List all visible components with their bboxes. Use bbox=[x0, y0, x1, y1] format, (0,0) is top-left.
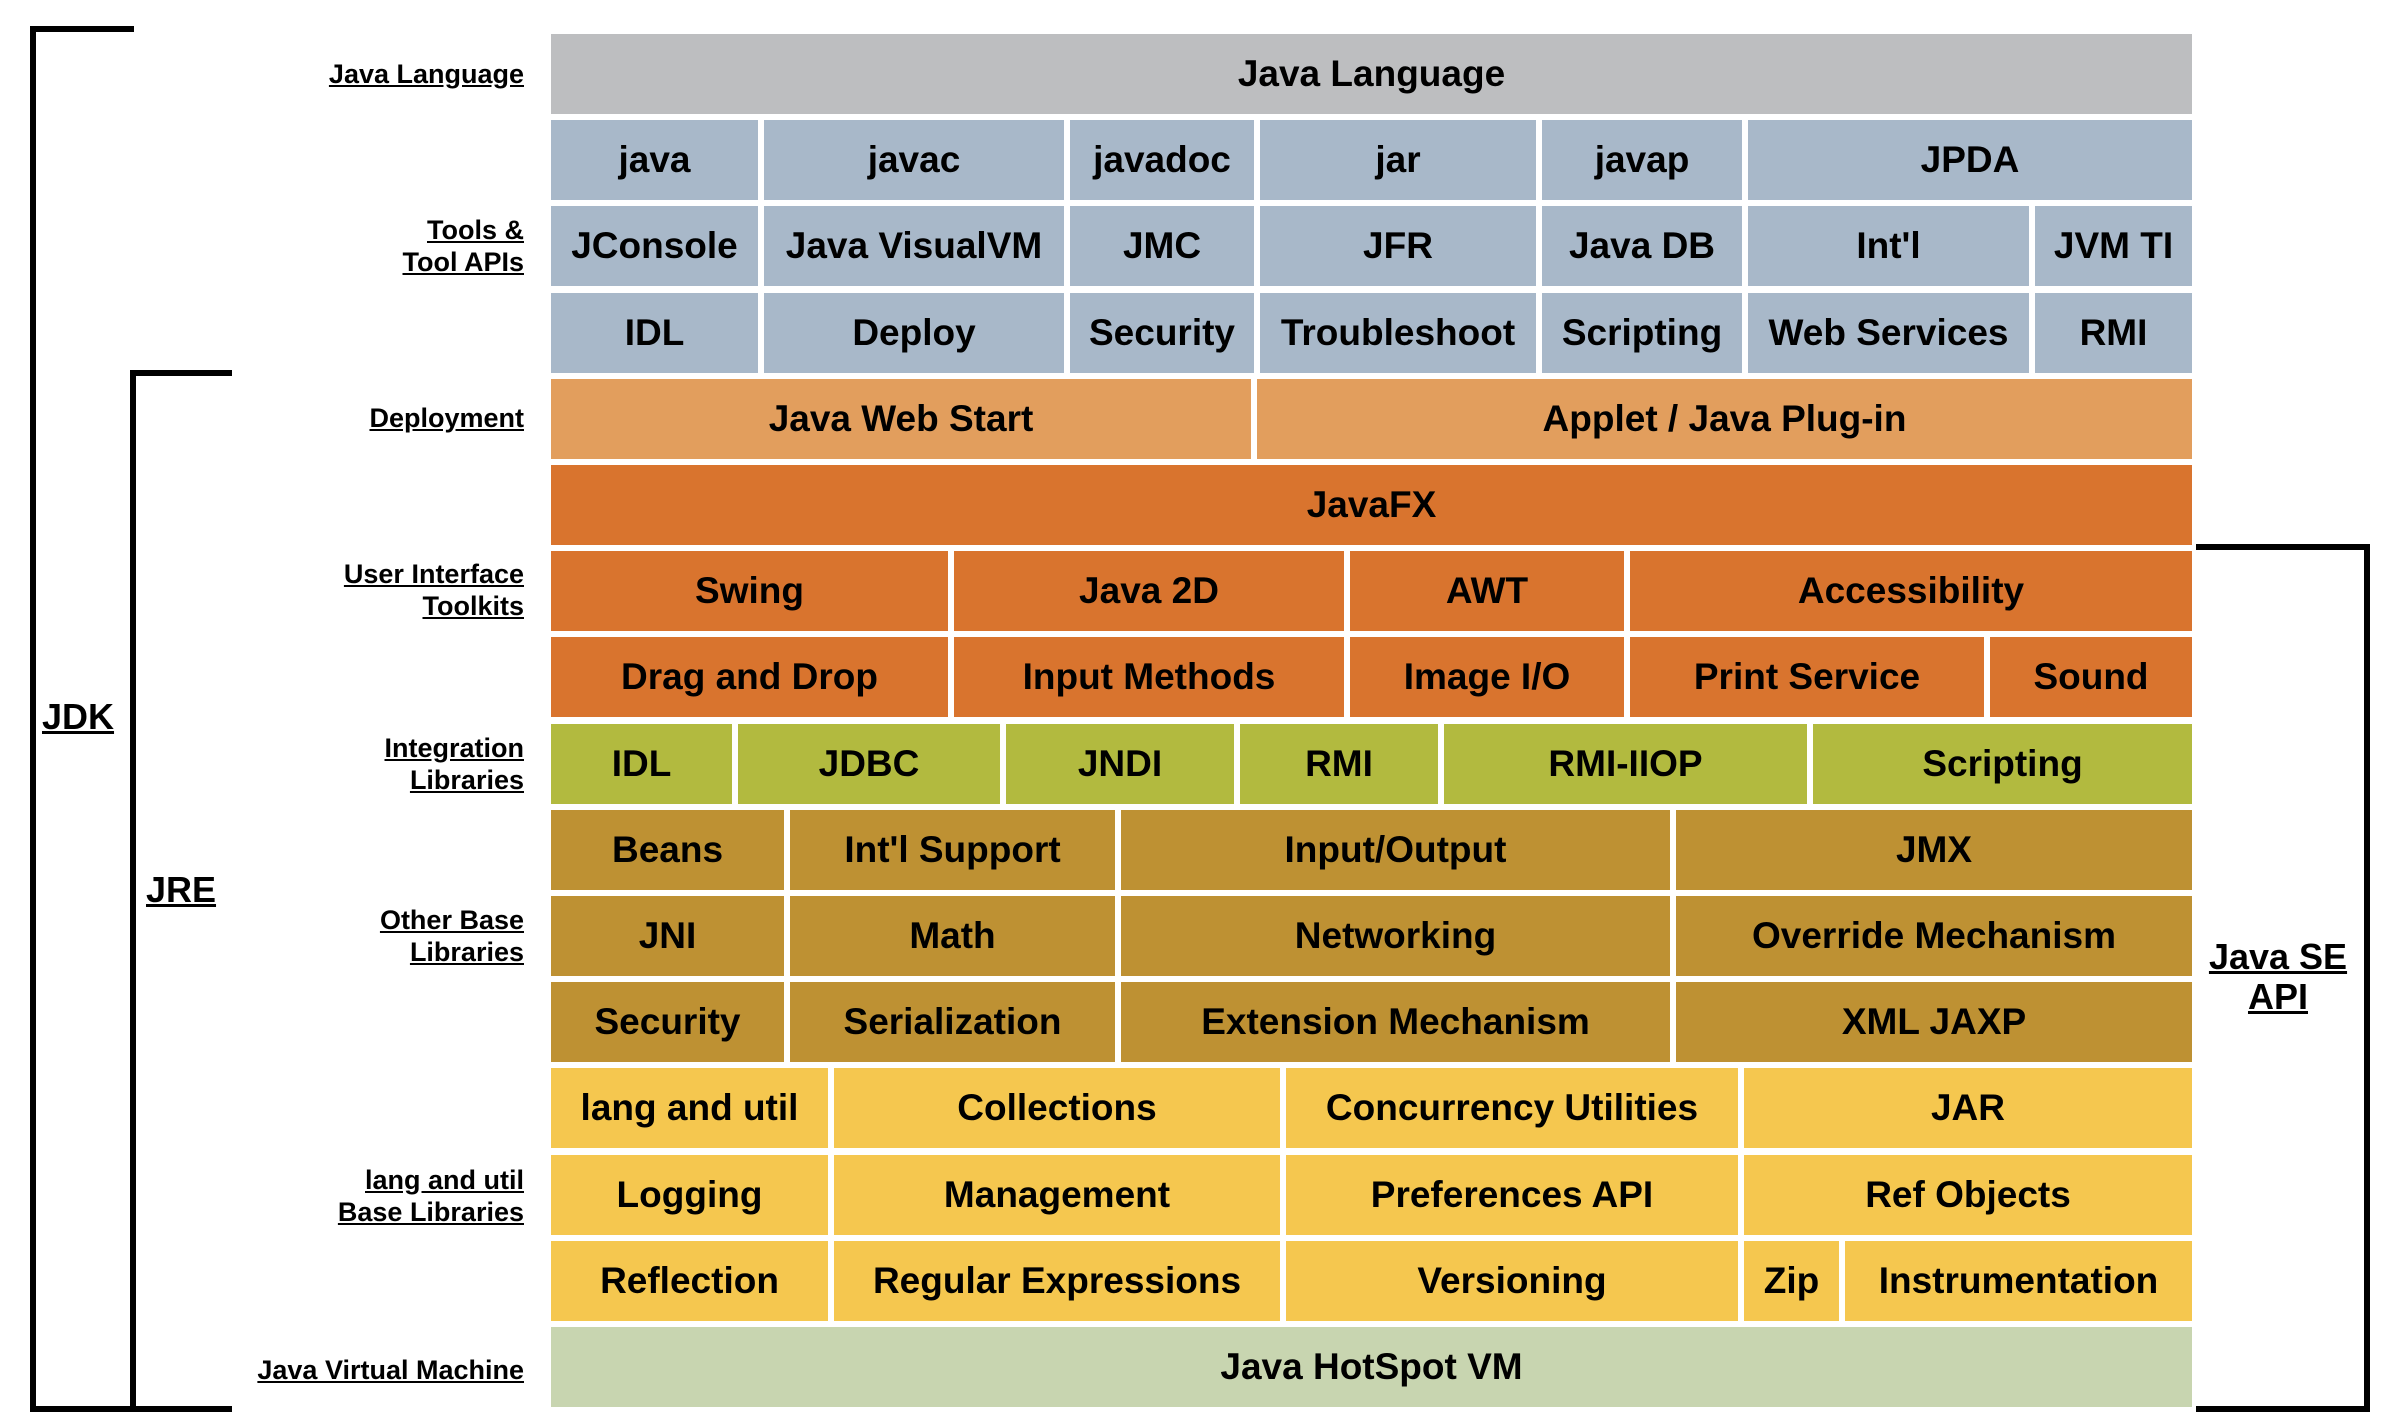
row-label-integration: Integration Libraries bbox=[385, 732, 525, 796]
row-label-line: Java Language bbox=[328, 59, 524, 89]
component-cell: Swing bbox=[551, 551, 948, 632]
component-cell: IDL bbox=[551, 292, 758, 373]
row-label-line: Deployment bbox=[369, 403, 524, 433]
java-se-api-line1: Java SE bbox=[2208, 936, 2348, 977]
row-label-other-base: Other Base Libraries bbox=[380, 904, 524, 968]
component-cell: Applet / Java Plug-in bbox=[1257, 378, 2192, 459]
component-cell: javadoc bbox=[1070, 120, 1254, 201]
component-cell: RMI-IIOP bbox=[1444, 723, 1807, 804]
component-cell: Override Mechanism bbox=[1676, 896, 2192, 976]
component-cell: Java HotSpot VM bbox=[551, 1327, 2192, 1407]
row-label-line: Integration bbox=[384, 733, 525, 763]
component-cell: JConsole bbox=[551, 206, 758, 287]
row-label-line: Other Base bbox=[379, 905, 524, 935]
component-cell: Security bbox=[551, 982, 784, 1063]
component-cell: javap bbox=[1542, 120, 1742, 201]
component-cell: JNDI bbox=[1006, 723, 1234, 804]
row-label-jvm: Java Virtual Machine bbox=[257, 1354, 524, 1386]
row-label-line: Java Virtual Machine bbox=[257, 1355, 524, 1385]
component-cell: Reflection bbox=[551, 1240, 828, 1321]
component-cell: Math bbox=[790, 896, 1115, 976]
component-cell: lang and util bbox=[551, 1068, 828, 1149]
component-cell: Drag and Drop bbox=[551, 637, 948, 718]
java-se-api-label: Java SE API bbox=[2198, 937, 2358, 1017]
java-se-api-line2: API bbox=[2247, 976, 2308, 1017]
row-label-line: User Interface bbox=[343, 559, 524, 589]
component-cell: jar bbox=[1260, 120, 1536, 201]
component-cell: JavaFX bbox=[551, 465, 2192, 545]
component-cell: Java 2D bbox=[954, 551, 1344, 632]
component-cell: Collections bbox=[834, 1068, 1280, 1149]
component-cell: JAR bbox=[1744, 1068, 2192, 1149]
row-label-line: lang and util bbox=[365, 1165, 524, 1195]
component-cell: RMI bbox=[2035, 292, 2192, 373]
component-cell: JMC bbox=[1070, 206, 1254, 287]
component-cell: Instrumentation bbox=[1845, 1240, 2192, 1321]
component-cell: Java DB bbox=[1542, 206, 1742, 287]
component-cell: Deploy bbox=[764, 292, 1064, 373]
row-label-line: Tools & bbox=[427, 215, 524, 245]
component-cell: Java VisualVM bbox=[764, 206, 1064, 287]
component-cell: java bbox=[551, 120, 758, 201]
row-label-line: Libraries bbox=[409, 765, 524, 795]
row-label-tools: Tools & Tool APIs bbox=[403, 214, 525, 278]
component-cell: JFR bbox=[1260, 206, 1536, 287]
component-cell: Troubleshoot bbox=[1260, 292, 1536, 373]
component-cell: Serialization bbox=[790, 982, 1115, 1063]
component-cell: IDL bbox=[551, 723, 732, 804]
row-label-line: Libraries bbox=[409, 937, 524, 967]
row-label-ui-toolkits: User Interface Toolkits bbox=[344, 558, 524, 622]
component-cell: Security bbox=[1070, 292, 1254, 373]
component-cell: Regular Expressions bbox=[834, 1240, 1280, 1321]
component-cell: javac bbox=[764, 120, 1064, 201]
component-cell: XML JAXP bbox=[1676, 982, 2192, 1063]
component-cell: Image I/O bbox=[1350, 637, 1624, 718]
component-cell: RMI bbox=[1240, 723, 1438, 804]
row-label-line: Base Libraries bbox=[337, 1197, 524, 1227]
component-cell: Input/Output bbox=[1121, 809, 1670, 890]
component-cell: Scripting bbox=[1813, 723, 2192, 804]
row-label-lang-util: lang and util Base Libraries bbox=[338, 1164, 524, 1228]
jdk-label: JDK bbox=[42, 696, 115, 737]
component-cell: Scripting bbox=[1542, 292, 1742, 373]
component-cell: Preferences API bbox=[1286, 1154, 1738, 1235]
component-cell: Versioning bbox=[1286, 1240, 1738, 1321]
row-label-line: Tool APIs bbox=[402, 247, 525, 277]
component-cell: Extension Mechanism bbox=[1121, 982, 1670, 1063]
component-cell: Print Service bbox=[1630, 637, 1984, 718]
row-label-deployment: Deployment bbox=[369, 402, 524, 434]
component-cell: Networking bbox=[1121, 896, 1670, 976]
component-cell: JVM TI bbox=[2035, 206, 2192, 287]
component-cell: JPDA bbox=[1748, 120, 2192, 201]
component-cell: Beans bbox=[551, 809, 784, 890]
component-cell: Java Web Start bbox=[551, 378, 1251, 459]
row-label-line: Toolkits bbox=[422, 591, 524, 621]
component-cell: Concurrency Utilities bbox=[1286, 1068, 1738, 1149]
component-cell: Int'l Support bbox=[790, 809, 1115, 890]
component-cell: Web Services bbox=[1748, 292, 2029, 373]
component-cell: Ref Objects bbox=[1744, 1154, 2192, 1235]
component-cell: Management bbox=[834, 1154, 1280, 1235]
component-cell: Accessibility bbox=[1630, 551, 2192, 632]
component-cell: Java Language bbox=[551, 34, 2192, 114]
component-cell: AWT bbox=[1350, 551, 1624, 632]
component-cell: Zip bbox=[1744, 1240, 1839, 1321]
component-cell: Logging bbox=[551, 1154, 828, 1235]
component-cell: Input Methods bbox=[954, 637, 1344, 718]
component-cell: Int'l bbox=[1748, 206, 2029, 287]
component-cell: JMX bbox=[1676, 809, 2192, 890]
component-cell: JNI bbox=[551, 896, 784, 976]
component-cell: Sound bbox=[1990, 637, 2192, 718]
jre-label: JRE bbox=[146, 869, 217, 910]
component-cell: JDBC bbox=[738, 723, 1000, 804]
row-label-java-language: Java Language bbox=[329, 58, 524, 90]
